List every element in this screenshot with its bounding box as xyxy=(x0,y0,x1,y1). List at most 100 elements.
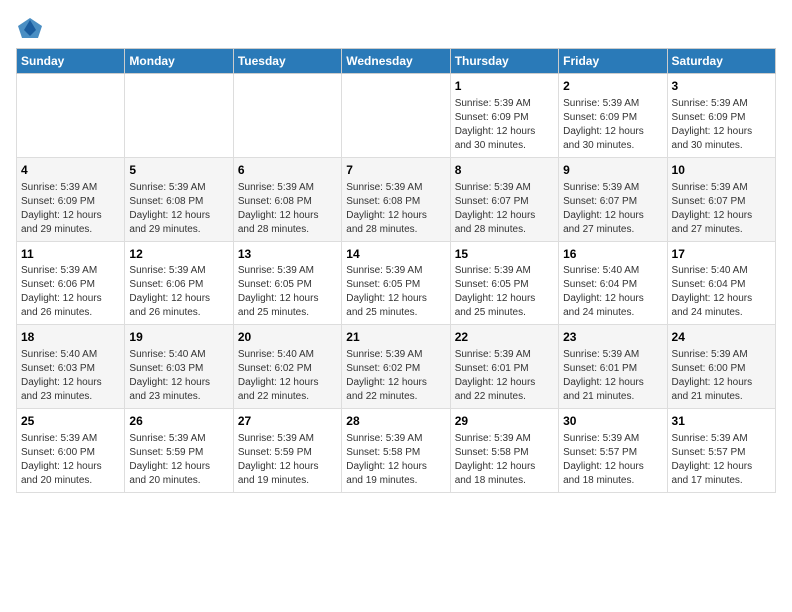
calendar-cell xyxy=(342,74,450,158)
calendar-cell: 26Sunrise: 5:39 AM Sunset: 5:59 PM Dayli… xyxy=(125,409,233,493)
day-info: Sunrise: 5:39 AM Sunset: 6:05 PM Dayligh… xyxy=(346,264,445,320)
day-number: 7 xyxy=(346,162,445,179)
calendar-cell: 20 Sunrise: 5:40 AM Sunset: 6:02 PM Dayli… xyxy=(233,325,341,409)
day-number: 18 xyxy=(21,329,120,346)
day-number: 17 xyxy=(672,246,771,263)
day-number: 29 xyxy=(455,413,554,430)
day-header-monday: Monday xyxy=(125,49,233,74)
day-number: 1 xyxy=(455,78,554,95)
day-info: Sunrise: 5:39 AM Sunset: 6:00 PM Dayligh… xyxy=(672,348,771,404)
day-number: 12 xyxy=(129,246,228,263)
week-row-5: 25 Sunrise: 5:39 AM Sunset: 6:00 PM Dayli… xyxy=(17,409,776,493)
day-number: 3 xyxy=(672,78,771,95)
day-info: Sunrise: 5:39 AM Sunset: 6:06 PM Dayligh… xyxy=(21,264,120,320)
day-info: Sunrise: 5:39 AM Sunset: 5:58 PM Dayligh… xyxy=(455,432,554,488)
day-number: 13 xyxy=(238,246,337,263)
day-number: 23 xyxy=(563,329,662,346)
day-number: 2 xyxy=(563,78,662,95)
day-number: 6 xyxy=(238,162,337,179)
calendar-cell: 9Sunrise: 5:39 AM Sunset: 6:07 PM Daylig… xyxy=(559,157,667,241)
calendar-cell: 10 Sunrise: 5:39 AM Sunset: 6:07 PM Dayli… xyxy=(667,157,775,241)
page-header xyxy=(16,16,776,40)
day-number: 10 xyxy=(672,162,771,179)
day-number: 30 xyxy=(563,413,662,430)
day-header-thursday: Thursday xyxy=(450,49,558,74)
calendar-cell: 30 Sunrise: 5:39 AM Sunset: 5:57 PM Dayli… xyxy=(559,409,667,493)
day-header-friday: Friday xyxy=(559,49,667,74)
day-info: Sunrise: 5:40 AM Sunset: 6:03 PM Dayligh… xyxy=(21,348,120,404)
week-row-2: 4 Sunrise: 5:39 AM Sunset: 6:09 PM Daylig… xyxy=(17,157,776,241)
calendar-cell: 11Sunrise: 5:39 AM Sunset: 6:06 PM Dayli… xyxy=(17,241,125,325)
day-info: Sunrise: 5:39 AM Sunset: 6:00 PM Dayligh… xyxy=(21,432,120,488)
day-info: Sunrise: 5:39 AM Sunset: 6:07 PM Dayligh… xyxy=(455,181,554,237)
day-number: 31 xyxy=(672,413,771,430)
calendar-cell: 18 Sunrise: 5:40 AM Sunset: 6:03 PM Dayli… xyxy=(17,325,125,409)
calendar-cell: 4 Sunrise: 5:39 AM Sunset: 6:09 PM Daylig… xyxy=(17,157,125,241)
week-row-3: 11Sunrise: 5:39 AM Sunset: 6:06 PM Dayli… xyxy=(17,241,776,325)
day-number: 5 xyxy=(129,162,228,179)
calendar-cell: 12Sunrise: 5:39 AM Sunset: 6:06 PM Dayli… xyxy=(125,241,233,325)
day-info: Sunrise: 5:39 AM Sunset: 6:09 PM Dayligh… xyxy=(21,181,120,237)
day-number: 27 xyxy=(238,413,337,430)
day-info: Sunrise: 5:39 AM Sunset: 5:59 PM Dayligh… xyxy=(129,432,228,488)
day-number: 9 xyxy=(563,162,662,179)
calendar-cell: 25 Sunrise: 5:39 AM Sunset: 6:00 PM Dayli… xyxy=(17,409,125,493)
logo xyxy=(16,16,48,40)
day-number: 19 xyxy=(129,329,228,346)
day-info: Sunrise: 5:39 AM Sunset: 6:09 PM Dayligh… xyxy=(672,97,771,153)
calendar-cell: 19 Sunrise: 5:40 AM Sunset: 6:03 PM Dayli… xyxy=(125,325,233,409)
calendar-cell: 22 Sunrise: 5:39 AM Sunset: 6:01 PM Dayli… xyxy=(450,325,558,409)
day-info: Sunrise: 5:39 AM Sunset: 6:08 PM Dayligh… xyxy=(346,181,445,237)
day-number: 21 xyxy=(346,329,445,346)
day-info: Sunrise: 5:39 AM Sunset: 5:59 PM Dayligh… xyxy=(238,432,337,488)
day-info: Sunrise: 5:40 AM Sunset: 6:04 PM Dayligh… xyxy=(563,264,662,320)
calendar-cell xyxy=(233,74,341,158)
day-info: Sunrise: 5:40 AM Sunset: 6:03 PM Dayligh… xyxy=(129,348,228,404)
calendar-table: SundayMondayTuesdayWednesdayThursdayFrid… xyxy=(16,48,776,493)
day-info: Sunrise: 5:39 AM Sunset: 6:05 PM Dayligh… xyxy=(455,264,554,320)
day-header-saturday: Saturday xyxy=(667,49,775,74)
logo-icon xyxy=(16,16,44,40)
day-number: 16 xyxy=(563,246,662,263)
day-info: Sunrise: 5:39 AM Sunset: 6:08 PM Dayligh… xyxy=(129,181,228,237)
calendar-cell: 28Sunrise: 5:39 AM Sunset: 5:58 PM Dayli… xyxy=(342,409,450,493)
calendar-cell: 14Sunrise: 5:39 AM Sunset: 6:05 PM Dayli… xyxy=(342,241,450,325)
day-info: Sunrise: 5:39 AM Sunset: 5:57 PM Dayligh… xyxy=(672,432,771,488)
day-number: 4 xyxy=(21,162,120,179)
day-header-wednesday: Wednesday xyxy=(342,49,450,74)
day-info: Sunrise: 5:39 AM Sunset: 6:09 PM Dayligh… xyxy=(455,97,554,153)
calendar-cell: 24Sunrise: 5:39 AM Sunset: 6:00 PM Dayli… xyxy=(667,325,775,409)
day-number: 8 xyxy=(455,162,554,179)
calendar-cell: 21 Sunrise: 5:39 AM Sunset: 6:02 PM Dayli… xyxy=(342,325,450,409)
calendar-cell: 6 Sunrise: 5:39 AM Sunset: 6:08 PM Daylig… xyxy=(233,157,341,241)
day-number: 22 xyxy=(455,329,554,346)
week-row-1: 1 Sunrise: 5:39 AM Sunset: 6:09 PM Daylig… xyxy=(17,74,776,158)
day-info: Sunrise: 5:39 AM Sunset: 6:01 PM Dayligh… xyxy=(455,348,554,404)
day-info: Sunrise: 5:39 AM Sunset: 6:06 PM Dayligh… xyxy=(129,264,228,320)
day-info: Sunrise: 5:39 AM Sunset: 6:01 PM Dayligh… xyxy=(563,348,662,404)
day-info: Sunrise: 5:39 AM Sunset: 6:05 PM Dayligh… xyxy=(238,264,337,320)
calendar-cell: 27 Sunrise: 5:39 AM Sunset: 5:59 PM Dayli… xyxy=(233,409,341,493)
calendar-cell: 8 Sunrise: 5:39 AM Sunset: 6:07 PM Daylig… xyxy=(450,157,558,241)
calendar-cell: 15Sunrise: 5:39 AM Sunset: 6:05 PM Dayli… xyxy=(450,241,558,325)
calendar-cell: 3 Sunrise: 5:39 AM Sunset: 6:09 PM Daylig… xyxy=(667,74,775,158)
day-number: 25 xyxy=(21,413,120,430)
day-header-sunday: Sunday xyxy=(17,49,125,74)
calendar-cell: 5 Sunrise: 5:39 AM Sunset: 6:08 PM Daylig… xyxy=(125,157,233,241)
calendar-cell: 23 Sunrise: 5:39 AM Sunset: 6:01 PM Dayli… xyxy=(559,325,667,409)
calendar-cell xyxy=(125,74,233,158)
day-info: Sunrise: 5:39 AM Sunset: 6:07 PM Dayligh… xyxy=(672,181,771,237)
day-number: 15 xyxy=(455,246,554,263)
week-row-4: 18 Sunrise: 5:40 AM Sunset: 6:03 PM Dayli… xyxy=(17,325,776,409)
day-info: Sunrise: 5:39 AM Sunset: 6:08 PM Dayligh… xyxy=(238,181,337,237)
day-info: Sunrise: 5:39 AM Sunset: 5:58 PM Dayligh… xyxy=(346,432,445,488)
day-info: Sunrise: 5:39 AM Sunset: 6:02 PM Dayligh… xyxy=(346,348,445,404)
day-info: Sunrise: 5:40 AM Sunset: 6:02 PM Dayligh… xyxy=(238,348,337,404)
day-info: Sunrise: 5:39 AM Sunset: 5:57 PM Dayligh… xyxy=(563,432,662,488)
calendar-cell: 29 Sunrise: 5:39 AM Sunset: 5:58 PM Dayli… xyxy=(450,409,558,493)
calendar-cell: 16Sunrise: 5:40 AM Sunset: 6:04 PM Dayli… xyxy=(559,241,667,325)
calendar-cell: 1 Sunrise: 5:39 AM Sunset: 6:09 PM Daylig… xyxy=(450,74,558,158)
day-number: 20 xyxy=(238,329,337,346)
calendar-cell xyxy=(17,74,125,158)
calendar-cell: 2Sunrise: 5:39 AM Sunset: 6:09 PM Daylig… xyxy=(559,74,667,158)
